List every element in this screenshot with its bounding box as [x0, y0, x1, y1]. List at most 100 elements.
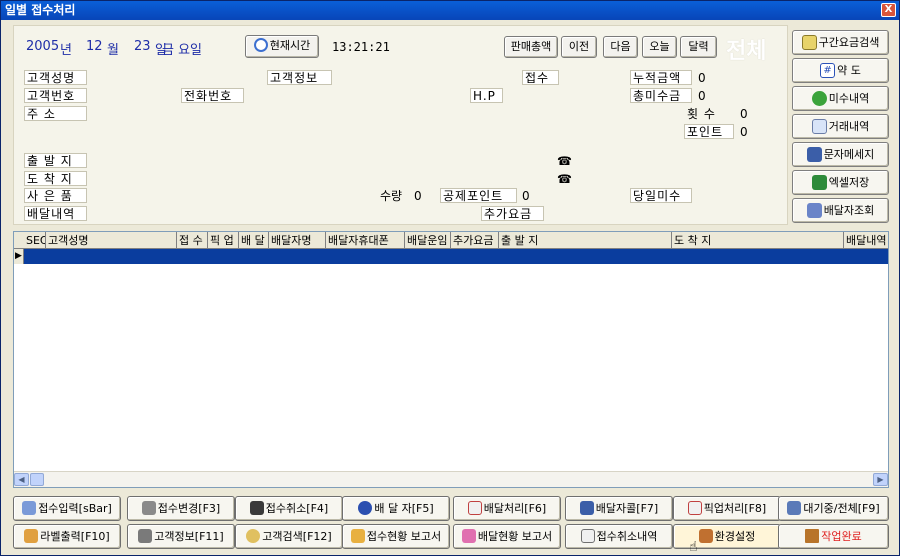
col-courier-phone[interactable]: 배달자휴대폰 [326, 232, 405, 249]
horizontal-scrollbar[interactable]: ◀ ▶ [14, 471, 888, 487]
col-origin[interactable]: 출 발 지 [499, 232, 672, 249]
customer-info-label: 고객정보 [267, 70, 332, 85]
grid-header: SEQ 고객성명 접 수 픽 업 배 달 배달자명 배달자휴대폰 배달운임 추가… [14, 232, 888, 249]
count-value: 0 [740, 107, 748, 121]
receipt-input-label: 접수입력[sBar] [38, 502, 112, 515]
scroll-right-icon[interactable]: ▶ [873, 473, 888, 486]
receipt-report-button[interactable]: 접수현황 보고서 [342, 524, 450, 549]
col-delivery[interactable]: 배 달 [239, 232, 269, 249]
delivery-report-label: 배달현황 보고서 [477, 530, 553, 543]
next-button[interactable]: 다음 [603, 36, 638, 58]
table-row[interactable] [14, 249, 888, 264]
points-label: 포인트 [684, 124, 734, 139]
col-seq[interactable]: SEQ [24, 232, 46, 249]
work-complete-button[interactable]: 작업완료 [778, 524, 889, 549]
customer-card-icon [138, 529, 153, 543]
today-unpaid-label: 당일미수 [630, 188, 692, 203]
customer-info-button[interactable]: 고객정보[F11] [127, 524, 235, 549]
cancel-history-button[interactable]: 접수취소내역 [565, 524, 673, 549]
clock-time: 13:21:21 [332, 40, 390, 54]
destination-label: 도 착 지 [24, 171, 87, 186]
scroll-thumb[interactable] [30, 473, 44, 486]
cancel-history-label: 접수취소내역 [596, 530, 658, 543]
prev-button[interactable]: 이전 [561, 36, 597, 58]
customer-info-btn-label: 고객정보[F11] [154, 530, 224, 543]
col-received[interactable]: 접 수 [177, 232, 208, 249]
money-bag-icon [811, 90, 827, 106]
quantity-value: 0 [414, 189, 422, 203]
label-print-button[interactable]: 라벨출력[F10] [13, 524, 121, 549]
person-icon [358, 501, 373, 515]
fare-search-button[interactable]: 구간요금검색 [792, 30, 889, 55]
transaction-history-label: 거래내역 [828, 120, 870, 133]
close-button[interactable]: X [881, 3, 896, 17]
courier-label: 배 달 자[F5] [374, 502, 434, 515]
filter-all-label: 전체 [726, 39, 767, 64]
report-pink-icon [461, 529, 476, 543]
unpaid-history-label: 미수내역 [828, 92, 870, 105]
today-button[interactable]: 오늘 [642, 36, 677, 58]
row-indicator: ▶ [14, 249, 24, 264]
map-icon: # [820, 62, 836, 78]
receipt-cancel-button[interactable]: 접수취소[F4] [235, 496, 343, 521]
date-year: 2005 [26, 39, 60, 54]
courier-button[interactable]: 배 달 자[F5] [342, 496, 450, 521]
pickup-doc-icon [687, 501, 702, 515]
window-title: 일별 접수처리 [5, 3, 76, 17]
count-label: 횟 수 [687, 107, 716, 121]
pickup-process-button[interactable]: 픽업처리[F8] [673, 496, 781, 521]
delivery-doc-icon [467, 501, 482, 515]
courier-call-button[interactable]: 배달자콜[F7] [565, 496, 673, 521]
received-label: 접수 [522, 70, 559, 85]
settings-label: 환경설정 [714, 530, 756, 543]
printer-icon [24, 529, 39, 543]
courier-lookup-button[interactable]: 배달자조회 [792, 198, 889, 223]
work-complete-label: 작업완료 [821, 530, 862, 543]
customer-search-button[interactable]: 고객검색[F12] [235, 524, 343, 549]
origin-label: 출 발 지 [24, 153, 87, 168]
sales-total-button[interactable]: 판매총액 [504, 36, 558, 58]
title-bar: 일별 접수처리 X [1, 1, 899, 20]
excel-save-button[interactable]: 엑셀저장 [792, 170, 889, 195]
quantity-label: 수량 [380, 189, 403, 203]
excel-save-label: 엑셀저장 [828, 176, 870, 189]
scroll-left-icon[interactable]: ◀ [14, 473, 29, 486]
text-message-label: 문자메세지 [823, 148, 875, 161]
receipt-input-button[interactable]: 접수입력[sBar] [13, 496, 121, 521]
deduct-points-label: 공제포인트 [440, 188, 517, 203]
current-time-label: 현재시간 [269, 39, 311, 52]
receipt-change-button[interactable]: 접수변경[F3] [127, 496, 235, 521]
col-destination[interactable]: 도 착 지 [672, 232, 844, 249]
col-customer-name[interactable]: 고객성명 [46, 232, 177, 249]
transaction-history-button[interactable]: 거래내역 [792, 114, 889, 139]
waiting-all-button[interactable]: 대기중/전체[F9] [778, 496, 889, 521]
date-day: 23 [134, 39, 151, 54]
text-message-button[interactable]: 문자메세지 [792, 142, 889, 167]
customer-search-label: 고객검색[F12] [262, 530, 332, 543]
col-pickup[interactable]: 픽 업 [208, 232, 239, 249]
current-time-button[interactable]: 현재시간 [245, 35, 319, 58]
delivery-process-button[interactable]: 배달처리[F6] [453, 496, 561, 521]
pickup-process-label: 픽업처리[F8] [703, 502, 767, 515]
receipt-grid[interactable]: SEQ 고객성명 접 수 픽 업 배 달 배달자명 배달자휴대폰 배달운임 추가… [13, 231, 889, 488]
delivery-report-button[interactable]: 배달현황 보고서 [453, 524, 561, 549]
phone-label: 전화번호 [181, 88, 244, 103]
map-button[interactable]: # 약 도 [792, 58, 889, 83]
list-icon [787, 501, 802, 515]
col-extra-fee[interactable]: 추가요금 [451, 232, 499, 249]
excel-icon [811, 174, 827, 190]
door-icon [805, 529, 820, 543]
total-amount-value: 0 [698, 71, 706, 85]
settings-icon [698, 529, 713, 543]
total-amount-label: 누적금액 [630, 70, 692, 85]
col-delivery-detail[interactable]: 배달내역 [844, 232, 888, 249]
col-courier-name[interactable]: 배달자명 [269, 232, 326, 249]
cancel-list-icon [580, 529, 595, 543]
message-icon [806, 146, 822, 162]
origin-phone-icon: ☎ [557, 154, 572, 168]
col-delivery-fee[interactable]: 배달운임 [405, 232, 451, 249]
calendar-button[interactable]: 달력 [680, 36, 717, 58]
courier-call-label: 배달자콜[F7] [595, 502, 659, 515]
total-unpaid-value: 0 [698, 89, 706, 103]
unpaid-history-button[interactable]: 미수내역 [792, 86, 889, 111]
